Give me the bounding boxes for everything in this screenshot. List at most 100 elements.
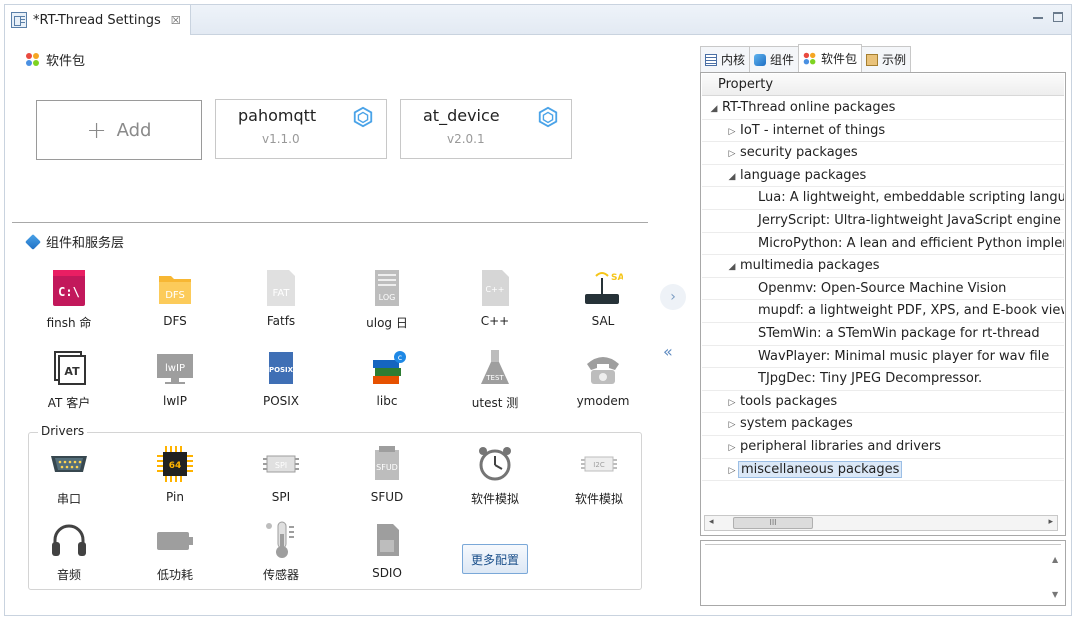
tree-row[interactable]: ▷ miscellaneous packages — [702, 459, 1064, 482]
component-sal[interactable]: SAL SAL — [558, 268, 648, 338]
tree-row[interactable]: Openmv: Open-Source Machine Vision — [702, 278, 1064, 301]
component-finsh[interactable]: C:\ finsh 命 — [24, 268, 114, 338]
scroll-right-icon[interactable]: ▸ — [1048, 517, 1053, 527]
driver-sdio[interactable]: SDIO — [342, 520, 432, 590]
tree-row[interactable]: JerryScript: Ultra-lightweight JavaScrip… — [702, 210, 1064, 233]
tree-row[interactable]: mupdf: a lightweight PDF, XPS, and E-boo… — [702, 300, 1064, 323]
component-libc[interactable]: c libc — [342, 348, 432, 418]
driver-label: SFUD — [370, 490, 404, 504]
component-dfs[interactable]: DFS DFS — [130, 268, 220, 338]
package-card-pahomqtt[interactable]: pahomqtt v1.1.0 — [215, 99, 387, 159]
maximize-icon[interactable] — [1053, 12, 1063, 22]
component-utest[interactable]: TEST utest 测 — [450, 348, 540, 418]
tree-row[interactable]: MicroPython: A lean and efficient Python… — [702, 233, 1064, 256]
tree-row[interactable]: ◢ multimedia packages — [702, 255, 1064, 278]
tree-row[interactable]: ▷ security packages — [702, 142, 1064, 165]
component-posix[interactable]: POSIX POSIX — [236, 348, 326, 418]
tree-toggle-icon[interactable]: ▷ — [726, 121, 738, 142]
component-label: SAL — [591, 314, 615, 328]
tab-label: 示例 — [882, 53, 907, 67]
driver-pin[interactable]: 64 Pin — [130, 444, 220, 514]
driver-soft-clock[interactable]: 软件模拟 — [450, 444, 540, 514]
driver-label: SPI — [271, 490, 291, 504]
tree-row-label: STemWin: a STemWin package for rt-thread — [758, 326, 1040, 341]
tree-toggle-icon[interactable]: ◢ — [726, 256, 738, 277]
scroll-thumb[interactable]: III — [733, 517, 813, 529]
driver-soft-i2c[interactable]: I2C 软件模拟 — [554, 444, 644, 514]
flash-icon: SFUD — [375, 446, 399, 480]
scroll-up-icon[interactable]: ▲ — [1052, 555, 1058, 564]
svg-text:DFS: DFS — [165, 290, 185, 301]
package-card-at-device[interactable]: at_device v2.0.1 — [400, 99, 572, 159]
minimize-icon[interactable] — [1033, 16, 1043, 19]
tree-row[interactable]: WavPlayer: Minimal music player for wav … — [702, 346, 1064, 369]
description-panel: ▲ ▼ — [700, 540, 1066, 606]
tree-toggle-icon[interactable]: ▷ — [726, 460, 738, 481]
file-fat-icon: FAT — [267, 270, 295, 306]
tree-row-label: WavPlayer: Minimal music player for wav … — [758, 348, 1050, 364]
driver-low-power[interactable]: 低功耗 — [130, 520, 220, 590]
tree-row[interactable]: STemWin: a STemWin package for rt-thread — [702, 323, 1064, 346]
kernel-icon — [705, 53, 717, 66]
tab-title: *RT-Thread Settings — [33, 12, 161, 28]
package-version: v2.0.1 — [447, 132, 485, 146]
tree-toggle-icon[interactable]: ◢ — [726, 166, 738, 187]
tree-row[interactable]: ▷ tools packages — [702, 391, 1064, 414]
component-ymodem[interactable]: ymodem — [558, 348, 648, 418]
collapse-panel-button[interactable]: « — [663, 342, 673, 361]
next-page-button[interactable]: › — [660, 284, 686, 310]
component-label: utest 测 — [471, 396, 519, 410]
driver-label: 软件模拟 — [470, 492, 519, 506]
description-divider — [705, 544, 1061, 546]
tab-packages[interactable]: 软件包 — [798, 44, 863, 72]
svg-text:lwIP: lwIP — [165, 363, 185, 374]
svg-text:C:\: C:\ — [58, 285, 80, 299]
tab-kernel[interactable]: 内核 — [700, 46, 751, 72]
tree-row[interactable]: ◢ language packages — [702, 165, 1064, 188]
component-fatfs[interactable]: FAT Fatfs — [236, 268, 326, 338]
tab-examples[interactable]: 示例 — [861, 46, 912, 72]
driver-label: 音频 — [56, 568, 81, 582]
driver-sfud[interactable]: SFUD SFUD — [342, 444, 432, 514]
tree-row[interactable]: ▷ peripheral libraries and drivers — [702, 436, 1064, 459]
tree-header: Property — [702, 74, 1064, 96]
add-package-button[interactable]: + Add — [36, 100, 202, 160]
component-cpp[interactable]: C++ C++ — [450, 268, 540, 338]
clock-icon — [479, 447, 511, 481]
tree-toggle-icon[interactable]: ▷ — [726, 143, 738, 164]
component-ulog[interactable]: LOG ulog 日 — [342, 268, 432, 338]
battery-icon — [157, 532, 193, 550]
tree-row-label: IoT - internet of things — [740, 122, 886, 138]
driver-spi[interactable]: SPI SPI — [236, 444, 326, 514]
driver-sensor[interactable]: 传感器 — [236, 520, 326, 590]
tab-rt-thread-settings[interactable]: *RT-Thread Settings ☒ — [5, 5, 191, 35]
horizontal-scrollbar[interactable]: ◂ III ▸ — [704, 515, 1058, 531]
component-at-client[interactable]: AT AT 客户 — [24, 348, 114, 418]
more-config-button[interactable]: 更多配置 — [462, 544, 528, 574]
package-cube-icon — [538, 106, 558, 128]
package-cube-icon — [353, 106, 373, 128]
tree-row[interactable]: ◢ RT-Thread online packages — [702, 97, 1064, 120]
books-icon: c — [373, 351, 406, 384]
tree-row[interactable]: Lua: A lightweight, embeddable scripting… — [702, 187, 1064, 210]
tree-row[interactable]: TJpgDec: Tiny JPEG Decompressor. — [702, 368, 1064, 391]
driver-audio[interactable]: 音频 — [24, 520, 114, 590]
svg-text:FAT: FAT — [272, 288, 290, 299]
tree-toggle-icon[interactable]: ▷ — [726, 414, 738, 435]
tree-toggle-icon[interactable]: ▷ — [726, 437, 738, 458]
tree-toggle-icon[interactable]: ◢ — [708, 98, 720, 119]
component-label: ulog 日 — [366, 316, 408, 330]
tree-row[interactable]: ▷ IoT - internet of things — [702, 120, 1064, 143]
component-label: lwIP — [163, 394, 187, 408]
tree-toggle-icon[interactable]: ▷ — [726, 392, 738, 413]
driver-serial[interactable]: 串口 — [24, 444, 114, 514]
tree-row[interactable]: ▷ system packages — [702, 413, 1064, 436]
tab-components[interactable]: 组件 — [749, 46, 800, 72]
vertical-scrollbar[interactable]: ▲ ▼ — [1049, 549, 1063, 603]
scroll-down-icon[interactable]: ▼ — [1052, 590, 1058, 599]
package-version: v1.1.0 — [262, 132, 300, 146]
packages-icon — [26, 52, 40, 67]
scroll-left-icon[interactable]: ◂ — [709, 517, 714, 527]
component-lwip[interactable]: lwIP lwIP — [130, 348, 220, 418]
close-icon[interactable]: ☒ — [171, 14, 181, 27]
